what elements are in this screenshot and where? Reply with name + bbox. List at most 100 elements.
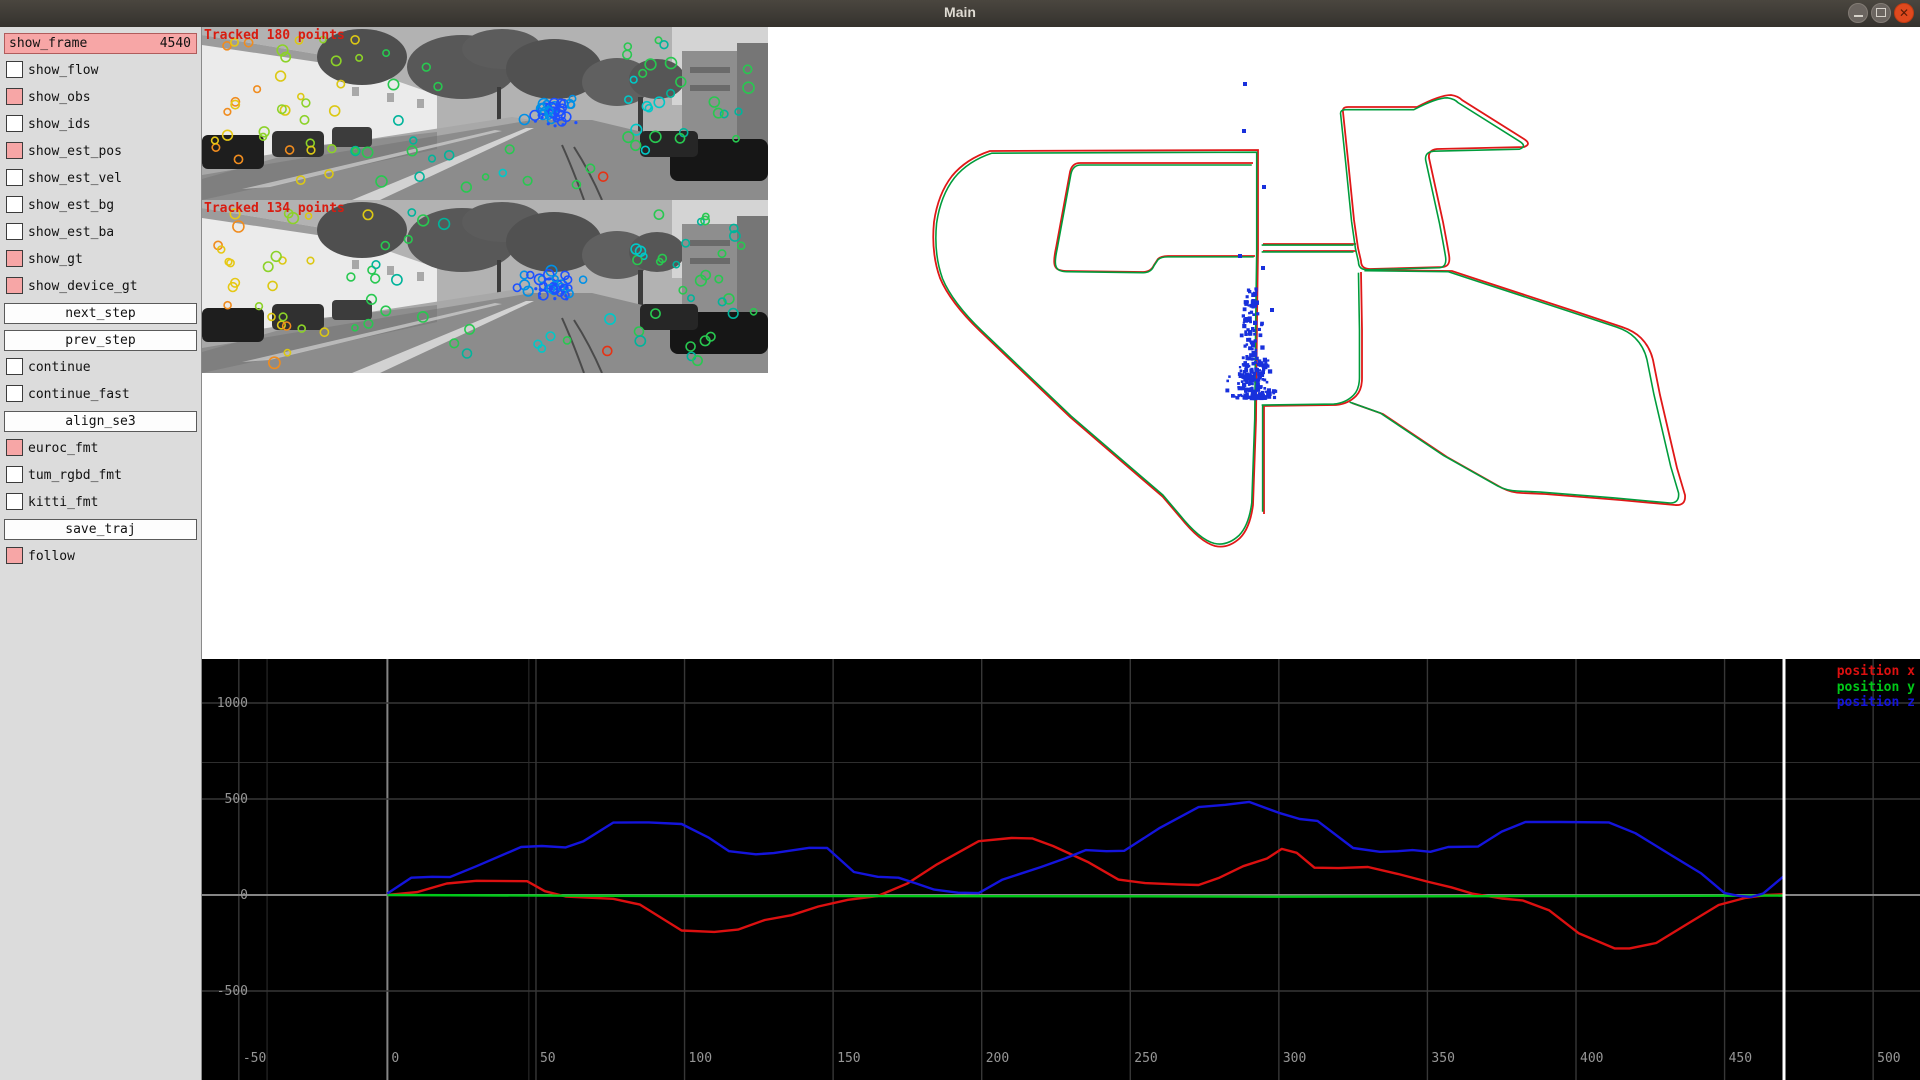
- plot-series-0: [387, 838, 1784, 948]
- control-panel: show_frame4540show_flowshow_obsshow_idss…: [0, 27, 202, 1080]
- checkbox-label: show_est_pos: [28, 144, 122, 159]
- particle-cloud: [1225, 82, 1277, 400]
- checkbox-euroc_fmt[interactable]: [6, 439, 23, 456]
- camera-view-bottom[interactable]: Tracked 134 points: [202, 200, 768, 373]
- checkbox-label: show_est_bg: [28, 198, 114, 213]
- sidebar-item-follow[interactable]: follow: [4, 546, 197, 567]
- button-next_step[interactable]: next_step: [4, 303, 197, 324]
- checkbox-label: show_est_ba: [28, 225, 114, 240]
- checkbox-show_gt[interactable]: [6, 250, 23, 267]
- checkbox-label: show_device_gt: [28, 279, 138, 294]
- camera-image: [202, 200, 768, 373]
- svg-text:450: 450: [1729, 1051, 1752, 1066]
- button-label: save_traj: [65, 522, 135, 537]
- maximize-button[interactable]: [1871, 3, 1891, 23]
- legend-item-1: position y: [1837, 680, 1915, 696]
- minimize-button[interactable]: [1848, 3, 1868, 23]
- svg-text:500: 500: [1877, 1051, 1900, 1066]
- checkbox-continue[interactable]: [6, 358, 23, 375]
- checkbox-label: show_gt: [28, 252, 83, 267]
- sidebar-item-kitti_fmt[interactable]: kitti_fmt: [4, 492, 197, 513]
- checkbox-show_flow[interactable]: [6, 61, 23, 78]
- tracked-points-label-top: Tracked 180 points: [204, 28, 345, 43]
- sidebar-item-show_obs[interactable]: show_obs: [4, 87, 197, 108]
- titlebar[interactable]: Main ✕: [0, 0, 1920, 28]
- legend-item-0: position x: [1837, 664, 1915, 680]
- close-button[interactable]: ✕: [1894, 3, 1914, 23]
- checkbox-show_device_gt[interactable]: [6, 277, 23, 294]
- trajectory-estimated-path: [933, 95, 1685, 547]
- trajectory-groundtruth-path: [936, 98, 1679, 544]
- svg-text:1000: 1000: [217, 696, 248, 711]
- checkbox-show_est_ba[interactable]: [6, 223, 23, 240]
- checkbox-kitti_fmt[interactable]: [6, 493, 23, 510]
- svg-text:100: 100: [689, 1051, 712, 1066]
- checkbox-label: show_flow: [28, 63, 98, 78]
- checkbox-show_obs[interactable]: [6, 88, 23, 105]
- svg-text:400: 400: [1580, 1051, 1603, 1066]
- app-window: Main ✕ show_frame4540show_flowshow_obssh…: [0, 0, 1920, 1080]
- svg-text:350: 350: [1431, 1051, 1454, 1066]
- checkbox-continue_fast[interactable]: [6, 385, 23, 402]
- sidebar-item-show_flow[interactable]: show_flow: [4, 60, 197, 81]
- svg-text:-500: -500: [217, 984, 248, 999]
- trajectory-view[interactable]: Tracked 180 points Tracked 134 points: [202, 27, 1920, 659]
- button-label: align_se3: [65, 414, 135, 429]
- minimize-icon: [1849, 4, 1867, 22]
- plot-view[interactable]: -500501001502002503003504004505001000500…: [202, 659, 1920, 1080]
- checkbox-label: euroc_fmt: [28, 441, 98, 456]
- checkbox-show_est_bg[interactable]: [6, 196, 23, 213]
- camera-view-top[interactable]: Tracked 180 points: [202, 27, 768, 200]
- sidebar-item-show_est_vel[interactable]: show_est_vel: [4, 168, 197, 189]
- sidebar-item-tum_rgbd_fmt[interactable]: tum_rgbd_fmt: [4, 465, 197, 486]
- sidebar-item-show_ids[interactable]: show_ids: [4, 114, 197, 135]
- plot-grid: [202, 659, 1920, 1080]
- sidebar-item-continue_fast[interactable]: continue_fast: [4, 384, 197, 405]
- plot-series-1: [387, 895, 1784, 897]
- svg-text:-50: -50: [243, 1051, 266, 1066]
- value-widget-value: 4540: [160, 36, 191, 51]
- button-prev_step[interactable]: prev_step: [4, 330, 197, 351]
- checkbox-show_est_pos[interactable]: [6, 142, 23, 159]
- plot-series-2: [387, 802, 1784, 897]
- svg-text:0: 0: [391, 1051, 399, 1066]
- checkbox-show_est_vel[interactable]: [6, 169, 23, 186]
- svg-text:150: 150: [837, 1051, 860, 1066]
- svg-text:300: 300: [1283, 1051, 1306, 1066]
- control-panel-list: show_frame4540show_flowshow_obsshow_idss…: [0, 33, 201, 567]
- plot-legend: position xposition yposition z: [1837, 664, 1915, 711]
- button-save_traj[interactable]: save_traj: [4, 519, 197, 540]
- checkbox-show_ids[interactable]: [6, 115, 23, 132]
- svg-text:500: 500: [225, 792, 248, 807]
- sidebar-item-show_est_ba[interactable]: show_est_ba: [4, 222, 197, 243]
- value-widget-label: show_frame: [9, 36, 87, 51]
- checkbox-tum_rgbd_fmt[interactable]: [6, 466, 23, 483]
- checkbox-label: continue: [28, 360, 91, 375]
- checkbox-label: kitti_fmt: [28, 495, 98, 510]
- sidebar-item-show_est_bg[interactable]: show_est_bg: [4, 195, 197, 216]
- checkbox-label: tum_rgbd_fmt: [28, 468, 122, 483]
- checkbox-follow[interactable]: [6, 547, 23, 564]
- window-title: Main: [0, 4, 1920, 20]
- sidebar-item-show_gt[interactable]: show_gt: [4, 249, 197, 270]
- svg-text:200: 200: [986, 1051, 1009, 1066]
- button-align_se3[interactable]: align_se3: [4, 411, 197, 432]
- close-icon: ✕: [1895, 4, 1913, 22]
- button-label: prev_step: [65, 333, 135, 348]
- camera-views: Tracked 180 points Tracked 134 points: [202, 27, 768, 373]
- legend-item-2: position z: [1837, 695, 1915, 711]
- sidebar-item-show_est_pos[interactable]: show_est_pos: [4, 141, 197, 162]
- camera-image: [202, 27, 768, 200]
- tracked-points-label-bottom: Tracked 134 points: [204, 201, 345, 216]
- sidebar-item-continue[interactable]: continue: [4, 357, 197, 378]
- svg-text:250: 250: [1134, 1051, 1157, 1066]
- sidebar-item-euroc_fmt[interactable]: euroc_fmt: [4, 438, 197, 459]
- value-widget-show_frame[interactable]: show_frame 4540: [4, 33, 197, 54]
- sidebar-item-show_device_gt[interactable]: show_device_gt: [4, 276, 197, 297]
- checkbox-label: follow: [28, 549, 75, 564]
- checkbox-label: continue_fast: [28, 387, 130, 402]
- button-label: next_step: [65, 306, 135, 321]
- checkbox-label: show_ids: [28, 117, 91, 132]
- svg-text:0: 0: [240, 888, 248, 903]
- checkbox-label: show_obs: [28, 90, 91, 105]
